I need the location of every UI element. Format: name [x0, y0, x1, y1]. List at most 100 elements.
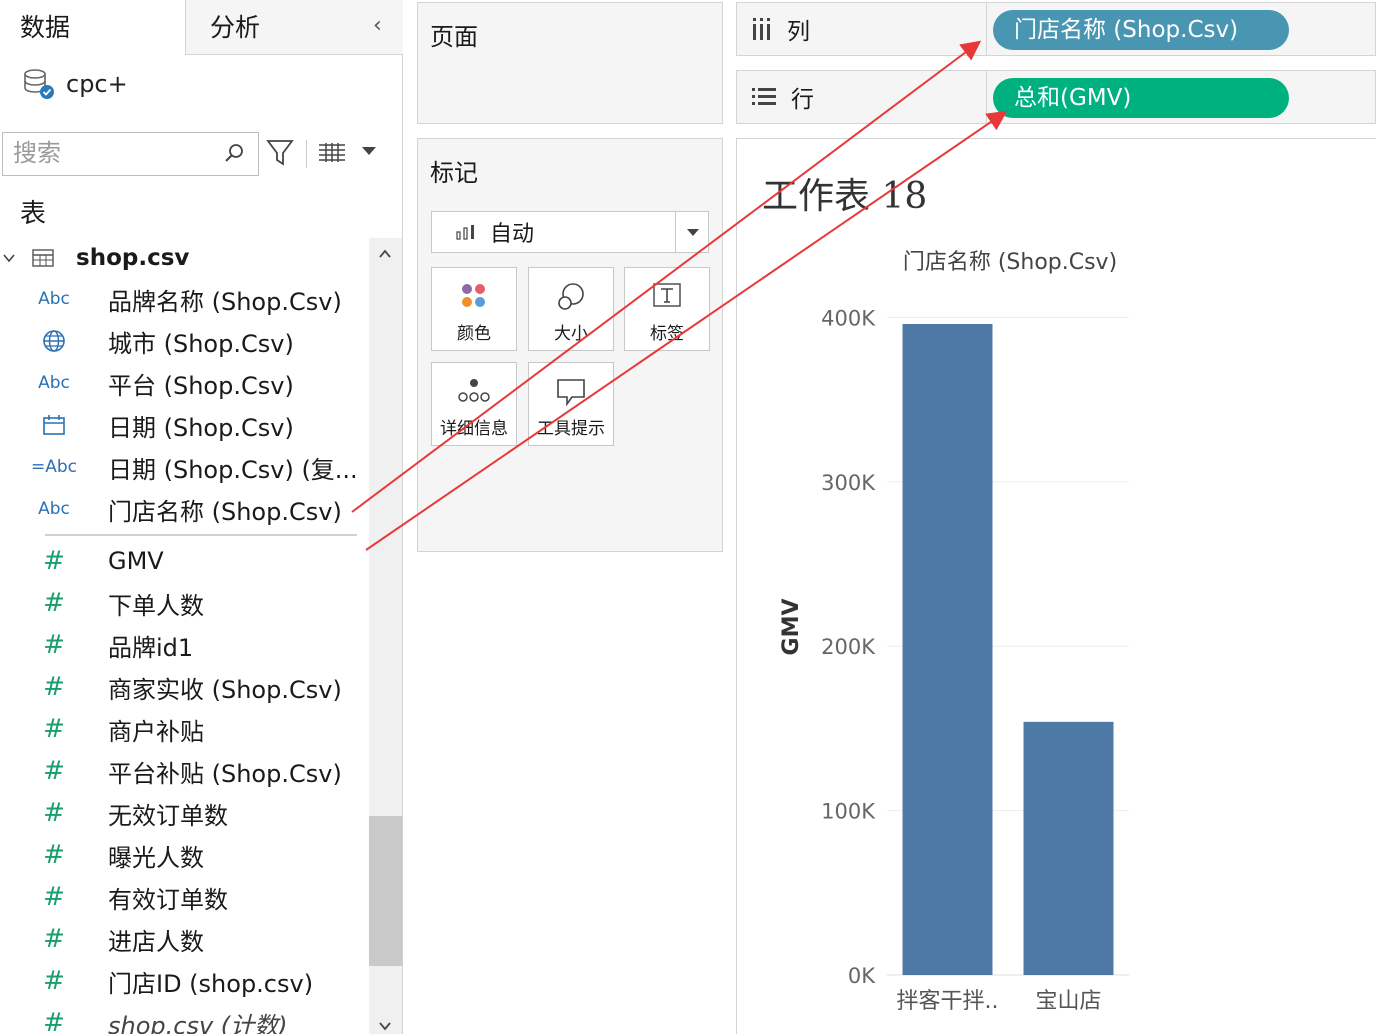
number-type-icon: # [43, 756, 65, 786]
field-list-scrollbar[interactable] [369, 238, 402, 1034]
number-type-icon: # [43, 714, 65, 744]
detail-button[interactable]: 详细信息 [431, 362, 517, 446]
field-name: 日期 (Shop.Csv) [108, 413, 294, 442]
field-name: 曝光人数 [108, 843, 204, 872]
field-item-platform[interactable]: Abc 平台 (Shop.Csv) [0, 362, 368, 404]
tooltip-button[interactable]: 工具提示 [528, 362, 614, 446]
number-type-icon: # [43, 840, 65, 870]
field-item-store-id[interactable]: # 门店ID (shop.csv) [0, 960, 368, 1002]
rows-shelf-header: 行 [737, 71, 987, 123]
color-button[interactable]: 颜色 [431, 267, 517, 351]
bar-0[interactable] [902, 324, 993, 975]
string-type-icon: Abc [38, 289, 70, 309]
y-tick-label: 400K [821, 306, 876, 330]
chevron-down-icon[interactable] [378, 1020, 392, 1032]
collapse-pane-icon[interactable]: ‹ [373, 14, 389, 38]
y-tick-label: 100K [821, 800, 876, 824]
string-type-icon: Abc [38, 373, 70, 393]
field-item-brand-id[interactable]: # 品牌id1 [0, 624, 368, 666]
field-item-record-count[interactable]: # shop.csv (计数) [0, 1002, 368, 1034]
field-name: 平台补贴 (Shop.Csv) [108, 759, 342, 788]
data-pane: 数据 分析 ‹ cpc+ 表 [0, 0, 403, 1034]
table-icon [32, 249, 54, 267]
columns-shelf[interactable]: 列 门店名称 (Shop.Csv) [736, 2, 1376, 56]
field-name: 品牌id1 [108, 633, 194, 662]
search-input[interactable] [3, 133, 213, 173]
table-shop-csv[interactable]: shop.csv [0, 240, 189, 276]
rows-shelf-label: 行 [791, 87, 814, 113]
columns-shelf-header: 列 [737, 3, 987, 55]
field-item-date-copy[interactable]: =Abc 日期 (Shop.Csv) (复... [0, 446, 368, 488]
scrollbar-thumb[interactable] [369, 816, 402, 966]
dropdown-caret-icon[interactable] [685, 226, 701, 238]
number-type-icon: # [43, 588, 65, 618]
field-name: 门店名称 (Shop.Csv) [108, 497, 342, 526]
field-item-valid-orders[interactable]: # 有效订单数 [0, 876, 368, 918]
size-button-label: 大小 [554, 324, 588, 344]
number-type-icon: # [43, 798, 65, 828]
x-tick-label: 拌客干拌.. [897, 989, 999, 1014]
mark-type-select[interactable]: 自动 [431, 211, 709, 253]
field-item-visit-users[interactable]: # 进店人数 [0, 918, 368, 960]
tooltip-bubble-icon [557, 379, 585, 407]
size-button[interactable]: 大小 [528, 267, 614, 351]
calendar-icon [0, 414, 108, 436]
field-name: 进店人数 [108, 927, 204, 956]
field-item-platform-subsidy[interactable]: # 平台补贴 (Shop.Csv) [0, 750, 368, 792]
bar-1[interactable] [1023, 721, 1114, 975]
field-item-exposure-users[interactable]: # 曝光人数 [0, 834, 368, 876]
field-item-date[interactable]: 日期 (Shop.Csv) [0, 404, 368, 446]
color-dots-icon [462, 284, 485, 307]
marks-card: 标记 自动 颜色 大小 标签 详细信息 工具提示 [417, 138, 723, 552]
field-name: 商户补贴 [108, 717, 204, 746]
field-name: 平台 (Shop.Csv) [108, 371, 294, 400]
datasource[interactable]: cpc+ [22, 64, 128, 104]
tab-analysis-label: 分析 [210, 13, 261, 42]
chevron-down-icon[interactable] [2, 251, 16, 265]
field-item-gmv[interactable]: # GMV [0, 540, 368, 582]
field-name: 品牌名称 (Shop.Csv) [108, 287, 342, 316]
number-type-icon: # [43, 672, 65, 702]
tab-analysis[interactable]: 分析 ‹ [185, 0, 403, 55]
y-tick-label: 0K [848, 964, 876, 988]
label-button[interactable]: 标签 [624, 267, 710, 351]
globe-icon [0, 329, 108, 353]
field-name: shop.csv (计数) [108, 1011, 288, 1034]
tab-data[interactable]: 数据 [0, 0, 185, 55]
rows-icon [752, 88, 776, 105]
filter-icon[interactable] [266, 138, 294, 168]
worksheet-view[interactable]: 工作表 18 门店名称 (Shop.Csv) 0K 100K 200K 300K 400… [736, 138, 1376, 1034]
rows-shelf[interactable]: 行 总和(GMV) [736, 70, 1376, 124]
field-name: 有效订单数 [108, 885, 228, 914]
bar-chart: 门店名称 (Shop.Csv) 0K 100K 200K 300K 400K 拌客干拌.… [779, 250, 1129, 1014]
field-item-merchant-revenue[interactable]: # 商家实收 (Shop.Csv) [0, 666, 368, 708]
label-button-label: 标签 [650, 324, 684, 344]
field-item-store-name[interactable]: Abc 门店名称 (Shop.Csv) [0, 488, 368, 530]
y-axis-label: GMV [779, 599, 804, 656]
pages-card[interactable]: 页面 [417, 2, 723, 124]
search-box [2, 132, 259, 176]
columns-pill-store-name[interactable]: 门店名称 (Shop.Csv) [993, 10, 1289, 50]
y-tick-label: 200K [821, 635, 876, 659]
field-name: 门店ID (shop.csv) [108, 969, 314, 998]
string-type-icon: Abc [38, 499, 70, 519]
field-item-invalid-orders[interactable]: # 无效订单数 [0, 792, 368, 834]
search-icon[interactable] [224, 142, 246, 164]
chevron-up-icon[interactable] [378, 248, 392, 260]
field-item-city[interactable]: 城市 (Shop.Csv) [0, 320, 368, 362]
field-item-brand-name[interactable]: Abc 品牌名称 (Shop.Csv) [0, 278, 368, 320]
rows-pill-sum-gmv[interactable]: 总和(GMV) [993, 78, 1289, 118]
columns-shelf-label: 列 [787, 19, 810, 45]
text-label-icon [653, 283, 681, 307]
field-list: Abc 品牌名称 (Shop.Csv) 城市 (Shop.Csv) Abc 平台… [0, 278, 368, 1034]
number-type-icon: # [43, 924, 65, 954]
field-item-order-users[interactable]: # 下单人数 [0, 582, 368, 624]
field-item-merchant-subsidy[interactable]: # 商户补贴 [0, 708, 368, 750]
column-header: 门店名称 (Shop.Csv) [903, 250, 1117, 275]
pane-tabs: 数据 分析 ‹ [0, 0, 403, 56]
dropdown-caret-icon[interactable] [360, 144, 378, 158]
select-separator [675, 212, 676, 252]
tooltip-button-label: 工具提示 [537, 419, 605, 439]
section-title-tables: 表 [20, 199, 47, 229]
list-view-icon[interactable] [318, 142, 346, 164]
